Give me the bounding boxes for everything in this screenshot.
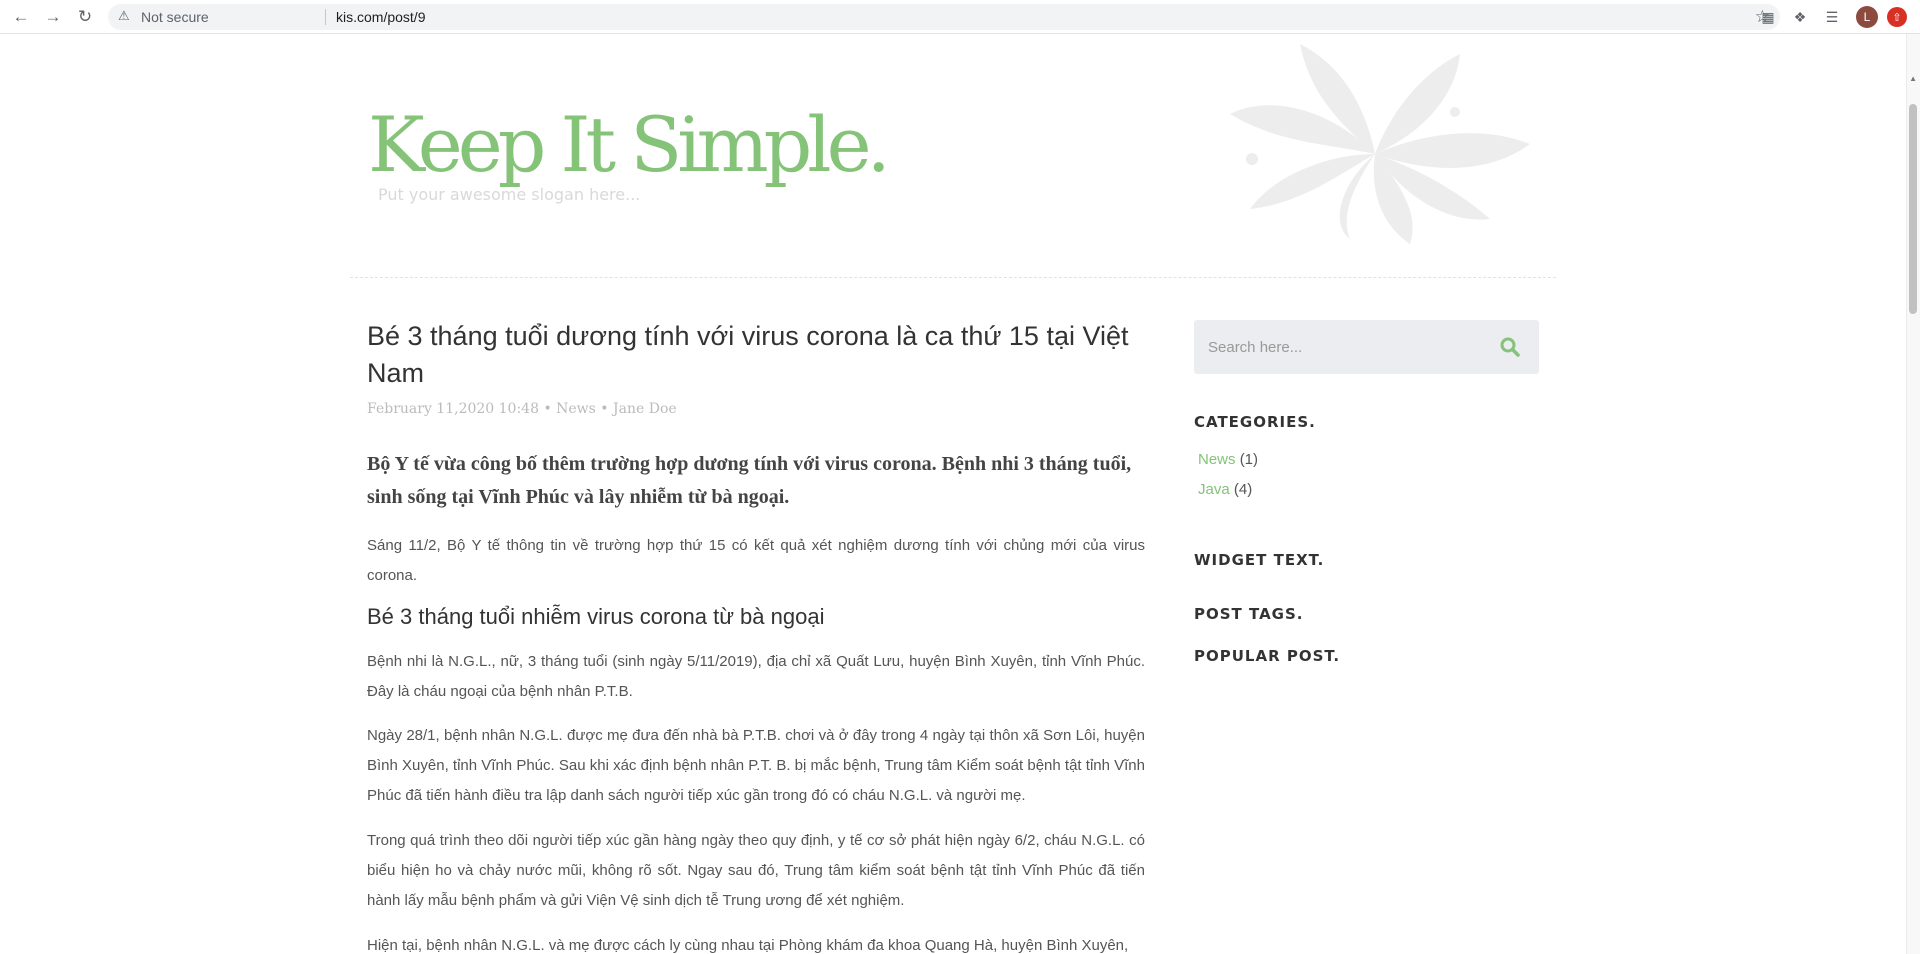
post-subheading: Bé 3 tháng tuổi nhiễm virus corona từ bà… [367,604,825,629]
page-scrollbar[interactable]: ▲ [1906,34,1920,954]
site-title[interactable]: Keep It Simple. [368,100,891,189]
browser-toolbar: ← → ↻ ⚠ Not secure kis.com/post/9 ☆ ▦ ❖ … [0,0,1920,34]
reading-list-icon[interactable]: ☰ [1822,7,1842,27]
update-icon[interactable]: ⇧ [1887,7,1907,27]
leaf-decoration-icon [1230,44,1530,244]
scroll-up-arrow-icon[interactable]: ▲ [1909,74,1917,83]
popular-post-title: POPULAR POST. [1194,647,1341,665]
search-icon[interactable] [1499,336,1521,358]
category-link-java[interactable]: Java [1198,481,1230,498]
search-box [1194,320,1539,374]
forward-icon[interactable]: → [42,6,64,28]
post-paragraph: Trong quá trình theo dõi người tiếp xúc … [367,832,1145,909]
post-tags-title: POST TAGS. [1194,605,1304,623]
post-paragraph: Bệnh nhi là N.G.L., nữ, 3 tháng tuổi (si… [367,653,1145,700]
post-paragraph: Hiện tại, bệnh nhân N.G.L. và mẹ được cá… [367,937,1129,954]
post-meta: February 11,2020 10:48 • News • Jane Doe [367,401,677,417]
post-lead: Bộ Y tế vừa công bố thêm trường hợp dươn… [367,453,1132,508]
post-title: Bé 3 tháng tuổi dương tính với virus cor… [367,321,1129,388]
category-link-news[interactable]: News [1198,451,1236,468]
widget-text-title: WIDGET TEXT. [1194,551,1325,569]
url-text[interactable]: kis.com/post/9 [336,9,425,25]
address-bar[interactable]: ⚠ Not secure kis.com/post/9 ☆ [108,4,1780,30]
back-icon[interactable]: ← [10,6,32,28]
header-divider [350,277,1556,278]
site-slogan: Put your awesome slogan here... [378,185,641,204]
qr-code-icon[interactable]: ▦ [1758,7,1778,27]
address-separator [325,9,326,25]
category-item: News (1) [1198,451,1258,468]
post-paragraph: Sáng 11/2, Bộ Y tế thông tin về trường h… [367,537,1145,584]
post-paragraph: Ngày 28/1, bệnh nhân N.G.L. được mẹ đưa … [367,727,1145,804]
categories-title: CATEGORIES. [1194,413,1316,431]
profile-avatar[interactable]: L [1856,6,1878,28]
category-count: (1) [1239,451,1259,468]
security-label[interactable]: Not secure [141,9,209,25]
category-item: Java (4) [1198,481,1252,498]
category-count: (4) [1233,481,1253,498]
scroll-thumb[interactable] [1909,104,1917,314]
warning-icon: ⚠ [118,8,130,23]
extensions-puzzle-icon[interactable]: ❖ [1790,7,1810,27]
reload-icon[interactable]: ↻ [74,6,96,28]
search-input[interactable] [1208,335,1468,359]
